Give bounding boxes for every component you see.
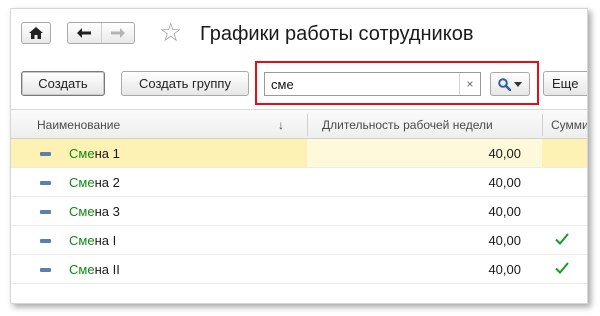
row-duration-value: 40,00 [488, 233, 521, 248]
item-icon [40, 239, 51, 243]
column-separator[interactable] [307, 114, 308, 136]
row-duration-value: 40,00 [488, 146, 521, 161]
search-options-button[interactable] [490, 72, 530, 96]
back-button[interactable] [68, 23, 101, 43]
checkmark-icon [555, 262, 569, 274]
match-highlight: Сме [69, 262, 95, 277]
match-highlight: Сме [69, 146, 95, 161]
forward-button[interactable] [100, 23, 134, 43]
more-button[interactable]: Еще [543, 71, 587, 96]
table-row[interactable]: Сме на 2 40,00 [11, 168, 587, 197]
item-icon [40, 152, 51, 156]
empty-row [11, 284, 587, 303]
match-highlight: Сме [69, 204, 95, 219]
create-button[interactable]: Создать [21, 71, 105, 96]
match-highlight: Сме [69, 175, 95, 190]
column-separator[interactable] [542, 114, 543, 136]
row-name: Сме на 3 [69, 204, 120, 219]
home-icon [29, 27, 43, 39]
item-icon [40, 210, 51, 214]
row-duration-value: 40,00 [488, 204, 521, 219]
home-button[interactable] [21, 22, 51, 44]
arrow-left-icon [77, 28, 92, 38]
row-name: Сме на I [69, 233, 117, 248]
column-header-duration[interactable]: Длительность рабочей недели [322, 110, 493, 140]
row-duration-value: 40,00 [488, 175, 521, 190]
column-header-sum[interactable]: Суммир [551, 110, 587, 140]
favorite-star-icon[interactable]: ☆ [159, 17, 182, 47]
arrow-right-icon [110, 28, 125, 38]
item-icon [40, 181, 51, 185]
table-row[interactable]: Сме на I 40,00 [11, 226, 587, 255]
magnifier-icon [498, 77, 511, 91]
clear-search-button[interactable]: × [459, 73, 480, 95]
table-row[interactable]: Сме на 3 40,00 [11, 197, 587, 226]
history-navigation [67, 22, 135, 44]
table-row[interactable]: Сме на 1 40,00 [11, 139, 587, 168]
column-header-name[interactable]: Наименование [37, 110, 307, 140]
sort-descending-icon: ↓ [278, 118, 284, 132]
checkmark-icon [555, 233, 569, 245]
app-window: ☆ Графики работы сотрудников Создать Соз… [10, 8, 588, 304]
match-highlight: Сме [69, 233, 95, 248]
row-name: Сме на 1 [69, 146, 120, 161]
search-input[interactable] [264, 72, 481, 96]
schedules-table: Наименование ↓ Длительность рабочей неде… [11, 109, 587, 303]
item-icon [40, 268, 51, 272]
table-header: Наименование ↓ Длительность рабочей неде… [11, 109, 587, 140]
row-name: Сме на 2 [69, 175, 120, 190]
table-row[interactable]: Сме на II 40,00 [11, 255, 587, 284]
row-duration-value: 40,00 [488, 262, 521, 277]
chevron-down-icon [514, 81, 522, 87]
page-title: Графики работы сотрудников [200, 23, 474, 45]
row-name: Сме на II [69, 262, 120, 277]
create-group-button[interactable]: Создать группу [121, 71, 249, 96]
